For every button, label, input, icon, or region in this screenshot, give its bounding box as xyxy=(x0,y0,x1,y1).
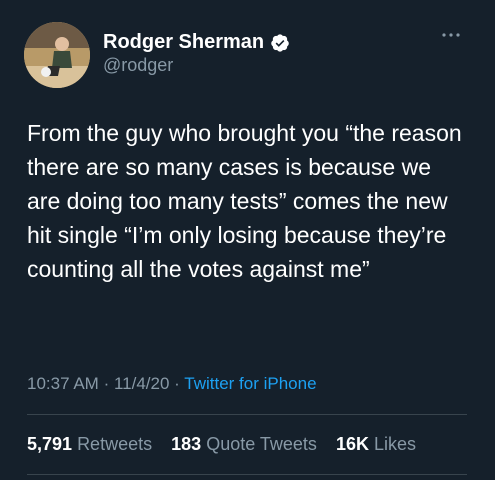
retweets-label: Retweets xyxy=(77,434,153,454)
tweet-card: Rodger Sherman @rodger From the guy who … xyxy=(0,0,495,480)
likes-count: 16K xyxy=(335,434,369,454)
retweets-count: 5,791 xyxy=(27,434,73,454)
tweet-text: From the guy who brought you “the reason… xyxy=(27,120,462,282)
author-name[interactable]: Rodger Sherman xyxy=(103,31,264,54)
more-options-icon[interactable] xyxy=(440,31,462,39)
divider-bottom xyxy=(27,474,467,475)
likes-stat[interactable]: 16K Likes xyxy=(336,434,416,454)
tweet-date[interactable]: 11/4/20 xyxy=(114,374,169,393)
tweet-meta: 10:37 AM · 11/4/20 · Twitter for iPhone xyxy=(27,374,317,394)
author-handle[interactable]: @rodger xyxy=(103,55,173,76)
quotes-count: 183 xyxy=(171,434,202,454)
tweet-stats: 5,791 Retweets 183 Quote Tweets 16K Like… xyxy=(27,434,430,455)
avatar-photo xyxy=(24,22,90,88)
author-name-row[interactable]: Rodger Sherman xyxy=(103,31,290,54)
meta-separator-2: · xyxy=(174,374,180,393)
avatar[interactable] xyxy=(24,22,90,88)
divider-top xyxy=(27,414,467,415)
likes-label: Likes xyxy=(373,434,417,454)
tweet-source-link[interactable]: Twitter for iPhone xyxy=(184,374,316,393)
retweets-stat[interactable]: 5,791 Retweets xyxy=(27,434,152,454)
meta-separator: · xyxy=(103,374,110,393)
tweet-time[interactable]: 10:37 AM xyxy=(27,374,99,393)
quotes-label: Quote Tweets xyxy=(206,434,317,454)
quote-tweets-stat[interactable]: 183 Quote Tweets xyxy=(171,434,317,454)
verified-badge-icon xyxy=(271,33,289,52)
